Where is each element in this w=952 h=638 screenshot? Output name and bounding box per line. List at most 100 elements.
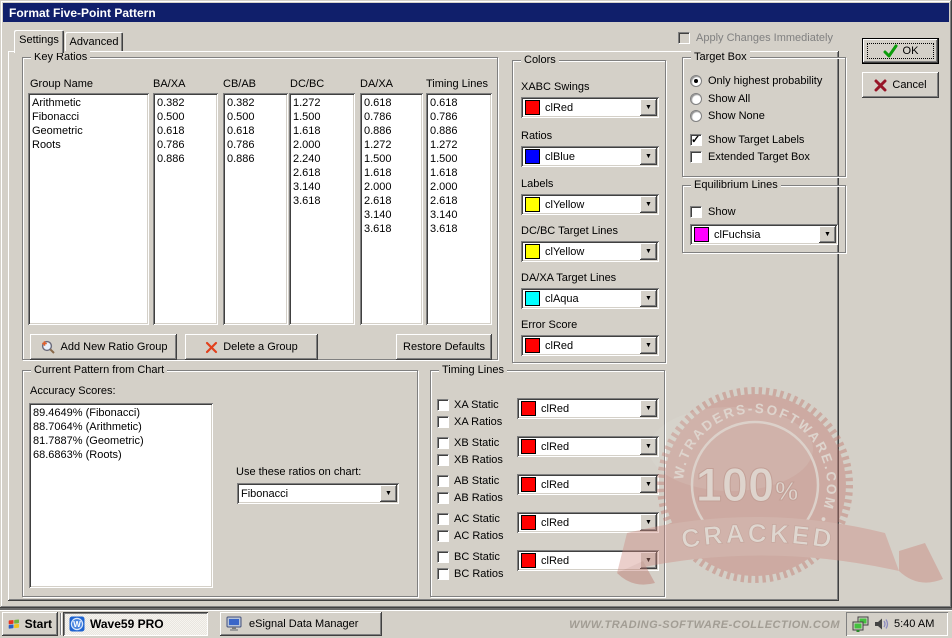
dropdown-arrow-icon[interactable] — [819, 226, 836, 243]
list-item[interactable]: 2.618 — [293, 166, 355, 180]
accuracy-scores-listbox[interactable]: 89.4649% (Fibonacci)88.7064% (Arithmetic… — [29, 403, 213, 588]
timing-color-combobox[interactable]: clRed — [517, 398, 659, 419]
add-ratio-group-button[interactable]: Add New Ratio Group — [30, 334, 177, 360]
use-ratios-combobox[interactable]: Fibonacci — [237, 483, 399, 504]
timing-color-combobox[interactable]: clRed — [517, 474, 659, 495]
cancel-button[interactable]: Cancel — [862, 72, 939, 98]
list-item[interactable]: 1.272 — [430, 138, 492, 152]
dropdown-arrow-icon[interactable] — [640, 99, 657, 116]
checkbox-static[interactable] — [437, 513, 449, 525]
list-item[interactable]: 89.4649% (Fibonacci) — [33, 406, 213, 420]
list-item[interactable]: 1.500 — [293, 110, 355, 124]
list-item[interactable]: 1.500 — [430, 152, 492, 166]
list-item[interactable]: 88.7064% (Arithmetic) — [33, 420, 213, 434]
checkbox-static[interactable] — [437, 475, 449, 487]
list-item[interactable]: 2.000 — [293, 138, 355, 152]
color-combobox[interactable]: clAqua — [521, 288, 659, 309]
checkbox-static[interactable] — [437, 399, 449, 411]
list-item[interactable]: 3.140 — [364, 208, 423, 222]
dropdown-arrow-icon[interactable] — [640, 476, 657, 493]
start-button[interactable]: Start — [2, 612, 58, 636]
list-item[interactable]: 0.886 — [227, 152, 288, 166]
list-item[interactable]: 0.786 — [157, 138, 218, 152]
color-combobox[interactable]: clYellow — [521, 194, 659, 215]
list-item[interactable]: 1.618 — [293, 124, 355, 138]
dc-bc-listbox[interactable]: 1.2721.5001.6182.0002.2402.6183.1403.618 — [289, 93, 355, 325]
list-item[interactable]: 3.618 — [364, 222, 423, 236]
list-item[interactable]: 0.382 — [227, 96, 288, 110]
list-item[interactable]: Geometric — [32, 124, 149, 138]
list-item[interactable]: 3.618 — [430, 222, 492, 236]
list-item[interactable]: 0.786 — [430, 110, 492, 124]
list-item[interactable]: 2.000 — [430, 180, 492, 194]
list-item[interactable]: 2.618 — [430, 194, 492, 208]
task-button-esignal[interactable]: eSignal Data Manager — [220, 612, 382, 636]
list-item[interactable]: 0.618 — [364, 96, 423, 110]
ok-button[interactable]: OK — [862, 38, 939, 64]
color-combobox[interactable]: clBlue — [521, 146, 659, 167]
color-combobox[interactable]: clRed — [521, 97, 659, 118]
list-item[interactable]: 1.618 — [430, 166, 492, 180]
dropdown-arrow-icon[interactable] — [640, 243, 657, 260]
timing-color-combobox[interactable]: clRed — [517, 550, 659, 571]
list-item[interactable]: 0.618 — [430, 96, 492, 110]
dropdown-arrow-icon[interactable] — [640, 438, 657, 455]
dropdown-arrow-icon[interactable] — [640, 148, 657, 165]
group-name-listbox[interactable]: ArithmeticFibonacciGeometricRoots — [28, 93, 149, 325]
list-item[interactable]: 3.140 — [430, 208, 492, 222]
radio-show-all[interactable] — [690, 93, 702, 105]
checkbox-static[interactable] — [437, 551, 449, 563]
restore-defaults-button[interactable]: Restore Defaults — [396, 334, 492, 360]
list-item[interactable]: 1.500 — [364, 152, 423, 166]
color-combobox[interactable]: clYellow — [521, 241, 659, 262]
timing-color-combobox[interactable]: clRed — [517, 436, 659, 457]
list-item[interactable]: 1.272 — [293, 96, 355, 110]
list-item[interactable]: 0.618 — [227, 124, 288, 138]
checkbox-show-target-labels[interactable] — [690, 134, 702, 146]
list-item[interactable]: 2.618 — [364, 194, 423, 208]
dropdown-arrow-icon[interactable] — [380, 485, 397, 502]
checkbox-ratios[interactable] — [437, 416, 449, 428]
list-item[interactable]: 3.140 — [293, 180, 355, 194]
dropdown-arrow-icon[interactable] — [640, 337, 657, 354]
da-xa-listbox[interactable]: 0.6180.7860.8861.2721.5001.6182.0002.618… — [360, 93, 423, 325]
list-item[interactable]: 68.6863% (Roots) — [33, 448, 213, 462]
radio-highest-probability[interactable] — [690, 75, 702, 87]
dropdown-arrow-icon[interactable] — [640, 290, 657, 307]
title-bar[interactable]: Format Five-Point Pattern — [3, 3, 949, 22]
checkbox-ratios[interactable] — [437, 568, 449, 580]
equilibrium-color-combobox[interactable]: clFuchsia — [690, 224, 838, 245]
list-item[interactable]: 0.886 — [364, 124, 423, 138]
list-item[interactable]: 0.382 — [157, 96, 218, 110]
list-item[interactable]: Arithmetic — [32, 96, 149, 110]
list-item[interactable]: 0.500 — [227, 110, 288, 124]
list-item[interactable]: 2.240 — [293, 152, 355, 166]
timing-color-combobox[interactable]: clRed — [517, 512, 659, 533]
network-tray-icon[interactable] — [852, 616, 870, 633]
checkbox-ratios[interactable] — [437, 454, 449, 466]
list-item[interactable]: 1.618 — [364, 166, 423, 180]
tab-advanced[interactable]: Advanced — [65, 32, 123, 52]
radio-show-none[interactable] — [690, 110, 702, 122]
timing-lines-listbox[interactable]: 0.6180.7860.8861.2721.5001.6182.0002.618… — [426, 93, 492, 325]
list-item[interactable]: 0.886 — [430, 124, 492, 138]
checkbox-ratios[interactable] — [437, 492, 449, 504]
list-item[interactable]: Fibonacci — [32, 110, 149, 124]
list-item[interactable]: 0.786 — [364, 110, 423, 124]
apply-changes-checkbox[interactable] — [678, 32, 690, 44]
list-item[interactable]: 0.886 — [157, 152, 218, 166]
color-combobox[interactable]: clRed — [521, 335, 659, 356]
checkbox-ratios[interactable] — [437, 530, 449, 542]
dropdown-arrow-icon[interactable] — [640, 196, 657, 213]
task-button-wave59[interactable]: W Wave59 PRO — [63, 612, 208, 636]
checkbox-equilibrium-show[interactable] — [690, 206, 702, 218]
list-item[interactable]: 3.618 — [293, 194, 355, 208]
list-item[interactable]: 0.500 — [157, 110, 218, 124]
checkbox-static[interactable] — [437, 437, 449, 449]
dropdown-arrow-icon[interactable] — [640, 514, 657, 531]
cb-ab-listbox[interactable]: 0.3820.5000.6180.7860.886 — [223, 93, 288, 325]
checkbox-extended-target-box[interactable] — [690, 151, 702, 163]
list-item[interactable]: 0.786 — [227, 138, 288, 152]
list-item[interactable]: 1.272 — [364, 138, 423, 152]
tab-settings[interactable]: Settings — [14, 30, 64, 53]
